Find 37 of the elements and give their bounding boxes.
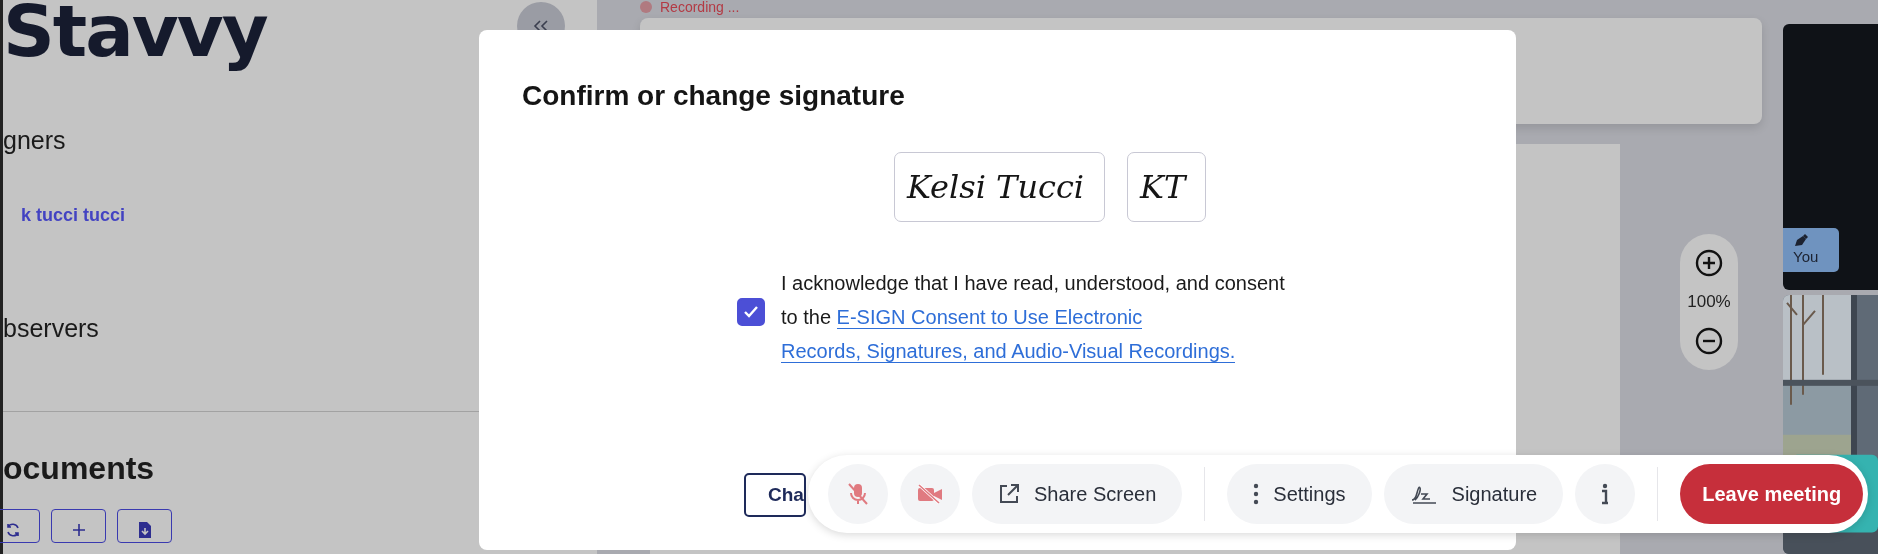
leave-meeting-button[interactable]: Leave meeting <box>1680 464 1864 524</box>
recording-dot <box>640 1 652 13</box>
mic-off-icon <box>847 482 869 506</box>
file-download-icon <box>137 522 152 539</box>
download-button[interactable] <box>117 509 172 544</box>
dialog-title: Confirm or change signature <box>522 80 906 112</box>
section-heading: ocuments <box>3 450 156 488</box>
refresh-icon <box>4 522 21 539</box>
consent-checkbox[interactable] <box>737 298 765 326</box>
camera-off-icon <box>917 484 943 504</box>
signature-option[interactable]: KT <box>1127 152 1207 222</box>
zoom-level: 100% <box>1687 292 1731 312</box>
settings-button[interactable]: Settings <box>1227 464 1372 524</box>
check-icon <box>743 305 759 319</box>
zoom-in-icon[interactable] <box>1695 249 1723 278</box>
refresh-button[interactable] <box>0 509 40 544</box>
pen-icon <box>1793 231 1809 248</box>
consent-link[interactable]: Records, Signatures, and Audio-Visual Recordings. <box>781 340 1236 363</box>
consent-link[interactable]: E-SIGN Consent to Use Electronic <box>836 306 1143 329</box>
more-icon <box>1253 483 1260 505</box>
section-heading: bservers <box>3 314 100 344</box>
zoom-out-icon[interactable] <box>1695 326 1723 355</box>
section-heading: gners <box>3 126 67 156</box>
signature-icon <box>1409 484 1438 504</box>
double-chevron-icon <box>533 20 549 32</box>
add-button[interactable] <box>51 509 106 544</box>
participant-name: You <box>1793 247 1820 265</box>
info-icon <box>1601 483 1610 505</box>
logo: Stavvy <box>3 0 268 75</box>
plus-icon <box>70 522 87 539</box>
signature-button[interactable]: Signature <box>1383 464 1564 524</box>
recording-label: Recording ... <box>660 0 740 15</box>
share-icon <box>998 483 1020 505</box>
consent-text: I acknowledge that I have read, understood, and consent to the E-SIGN Consent to Use Electronic Records, Signatures, and Audio-Visual Recordings. <box>781 271 1286 365</box>
share-button[interactable]: Share Screen <box>972 464 1183 524</box>
signature-option[interactable]: Kelsi Tucci <box>894 152 1106 222</box>
change-button[interactable]: Cha <box>744 473 806 517</box>
